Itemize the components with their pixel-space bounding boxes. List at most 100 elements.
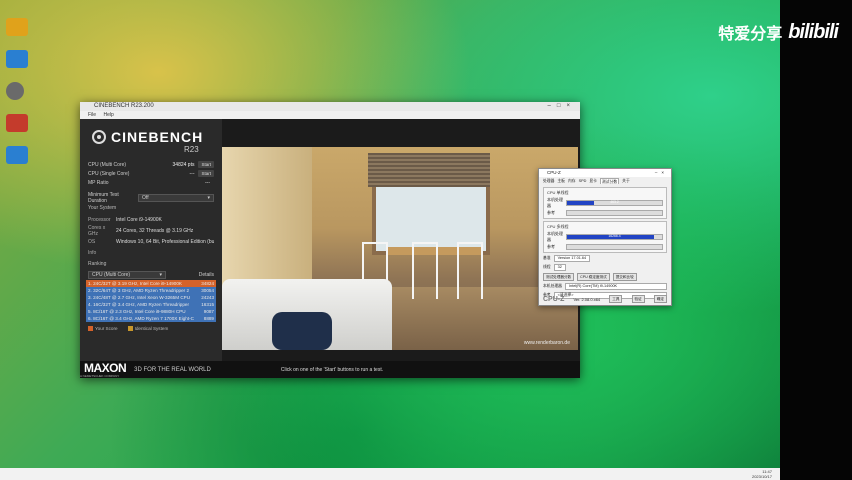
test-row-single: CPU (Single Core) --- Start	[80, 169, 222, 178]
cpuz-logo: CPU-Z	[543, 295, 565, 303]
cinebench-footer: MAXON A NEMETSCHEK COMPANY 3D FOR THE RE…	[80, 361, 580, 378]
desktop-background: CINEBENCH R23.200 –□× File Help CINEBENC…	[0, 0, 790, 480]
multi-thread-heading: CPU 多线程	[547, 224, 569, 229]
bench-version-row: 基准 Version 17.01.64	[543, 255, 667, 262]
folder-icon[interactable]	[6, 50, 28, 68]
ranking-item[interactable]: 5. 8C/16T @ 2.3 GHz, Intel Core i9-9880H…	[86, 308, 216, 315]
bar-label: 参考	[547, 210, 555, 215]
test-score: ---	[205, 179, 210, 186]
ranking-cpu: 5. 8C/16T @ 2.3 GHz, Intel Core i9-9880H…	[88, 309, 186, 314]
tools-button[interactable]: 工具	[609, 295, 623, 303]
render-credit: www.renderbaron.de	[523, 340, 570, 346]
tab-processor[interactable]: 处理器	[543, 178, 554, 184]
ranking-item[interactable]: 4. 16C/32T @ 3.4 GHz, AMD Ryzen Threadri…	[86, 301, 216, 308]
bilibili-logo: bilibili	[788, 20, 839, 43]
threads-select[interactable]: 32	[553, 264, 566, 271]
cpuz-window: CPU-Z –× 处理器 主板 内存 SPD 显卡 测试分数 关于 CPU 单线…	[538, 168, 672, 306]
system-row: Info	[80, 247, 222, 258]
test-score: ---	[189, 170, 195, 177]
multi-score-bar: 16266.4	[566, 234, 663, 240]
tab-spd[interactable]: SPD	[579, 178, 587, 184]
window-controls[interactable]: –×	[655, 169, 668, 177]
ok-button[interactable]: 确定	[653, 295, 667, 303]
single-thread-box: CPU 单线程 本机处理器 463.2 参考	[543, 187, 667, 219]
bench-cpu-button[interactable]: 测试处理器分数	[543, 273, 575, 281]
app-icon[interactable]	[6, 114, 28, 132]
window-titlebar[interactable]: CINEBENCH R23.200 –□×	[80, 102, 580, 111]
ranking-cpu: 2. 32C/64T @ 3 GHz, AMD Ryzen Threadripp…	[88, 288, 190, 293]
cpuz-tabs: 处理器 主板 内存 SPD 显卡 测试分数 关于	[539, 177, 671, 185]
tab-memory[interactable]: 内存	[568, 178, 576, 184]
validate-button[interactable]: 验证	[631, 295, 645, 303]
ranking-cpu: 4. 16C/32T @ 3.4 GHz, AMD Ryzen Threadri…	[88, 302, 190, 307]
test-row-multi: CPU (Multi Core) 34824 pts Start	[80, 160, 222, 169]
maxon-sub: A NEMETSCHEK COMPANY	[80, 373, 120, 378]
watermark-text: 特爱分享	[718, 26, 783, 43]
ranking-cpu: 1. 24C/32T @ 3.19 GHz, Intel Core i9-149…	[88, 281, 182, 286]
footer-tagline: 3D FOR THE REAL WORLD	[134, 366, 211, 373]
brand-name: CINEBENCH	[111, 129, 204, 145]
system-key: Processor	[88, 216, 111, 223]
test-label: CPU (Single Core)	[88, 170, 130, 177]
chevron-down-icon: ▾	[207, 194, 210, 201]
system-key: Cores x GHz	[88, 224, 106, 237]
test-label: MP Ratio	[88, 179, 109, 186]
min-duration-select[interactable]: Off ▾	[138, 193, 214, 202]
bench-select[interactable]: Version 17.01.64	[553, 255, 591, 262]
system-key: Info	[88, 249, 97, 256]
this-cpu-value: Intel(R) Core(TM) i9-14900K	[564, 283, 667, 290]
render-blind	[368, 153, 490, 187]
ranking-item[interactable]: 3. 24C/48T @ 2.7 GHz, Intel Xeon W-3265M…	[86, 294, 216, 301]
start-button[interactable]: Start	[198, 170, 214, 177]
ranking-list: 1. 24C/32T @ 3.19 GHz, Intel Core i9-149…	[86, 280, 216, 322]
single-ref-row: 参考	[547, 210, 663, 216]
single-score-bar: 463.2	[566, 200, 663, 206]
legend-your-score: Your Score	[88, 326, 118, 332]
system-row: Cores x GHz 24 Cores, 32 Threads @ 3.19 G…	[80, 224, 222, 237]
ranking-item[interactable]: 6. 8C/16T @ 3.4 GHz, AMD Ryzen 7 1700X E…	[86, 315, 216, 322]
single-thread-heading: CPU 单线程	[547, 190, 569, 195]
multi-this-row: 本机处理器 16266.4	[547, 231, 663, 243]
cinebench-logo: CINEBENCH	[80, 119, 222, 145]
start-button[interactable]: Start	[198, 161, 214, 168]
legend-swatch	[88, 326, 93, 332]
ranking-score: 8889	[203, 316, 214, 321]
window-controls[interactable]: –□×	[548, 102, 576, 111]
window-title: CINEBENCH R23.200	[94, 103, 154, 109]
video-watermark: 特爱分享 bilibili	[718, 20, 839, 44]
this-cpu-label: 本机处理器	[543, 284, 562, 288]
app-icon[interactable]	[6, 18, 28, 36]
clock-date: 2023/10/17	[751, 474, 772, 479]
ranking-item[interactable]: 2. 32C/64T @ 3 GHz, AMD Ryzen Threadripp…	[86, 287, 216, 294]
multi-ref-row: 参考	[547, 244, 663, 250]
cpuz-version: Ver. 2.08.0.x64	[573, 296, 601, 302]
cpuz-titlebar[interactable]: CPU-Z –×	[539, 169, 671, 177]
legend-label: Your Score	[95, 326, 118, 331]
menu-file[interactable]: File	[88, 112, 96, 118]
tab-about[interactable]: 关于	[622, 178, 630, 184]
menu-help[interactable]: Help	[103, 112, 113, 118]
brand-version: R23	[184, 145, 199, 154]
ranking-select[interactable]: CPU (Multi Core) ▾	[88, 270, 166, 279]
system-value: 24 Cores, 32 Threads @ 3.19 GHz	[116, 227, 194, 234]
app-icon[interactable]	[6, 82, 24, 100]
tab-bench[interactable]: 测试分数	[599, 178, 620, 184]
cinebench-window: CINEBENCH R23.200 –□× File Help CINEBENC…	[80, 102, 580, 378]
footer-hint: Click on one of the 'Start' buttons to r…	[280, 366, 384, 373]
tab-graphics[interactable]: 显卡	[589, 178, 597, 184]
app-icon[interactable]	[6, 146, 28, 164]
legend-swatch	[127, 326, 133, 332]
submit-compare-button[interactable]: 提交和比较	[612, 273, 637, 281]
system-clock[interactable]: 11:47 2023/10/17	[752, 469, 772, 479]
menu-bar: File Help	[80, 111, 580, 119]
taskbar: 11:47 2023/10/17	[0, 468, 780, 480]
stress-cpu-button[interactable]: CPU 稳定度测试	[577, 273, 610, 281]
single-ref-bar	[566, 210, 663, 216]
multi-ref-bar	[566, 244, 663, 250]
bench-buttons: 测试处理器分数 CPU 稳定度测试 提交和比较	[543, 273, 667, 281]
cpuz-footer: CPU-Z Ver. 2.08.0.x64 工具 验证 确定	[543, 295, 667, 303]
tab-mainboard[interactable]: 主板	[557, 178, 565, 184]
details-button[interactable]: Details	[199, 272, 214, 278]
ranking-select-value: CPU (Multi Core)	[92, 271, 131, 278]
ranking-item[interactable]: 1. 24C/32T @ 3.19 GHz, Intel Core i9-149…	[86, 280, 216, 287]
